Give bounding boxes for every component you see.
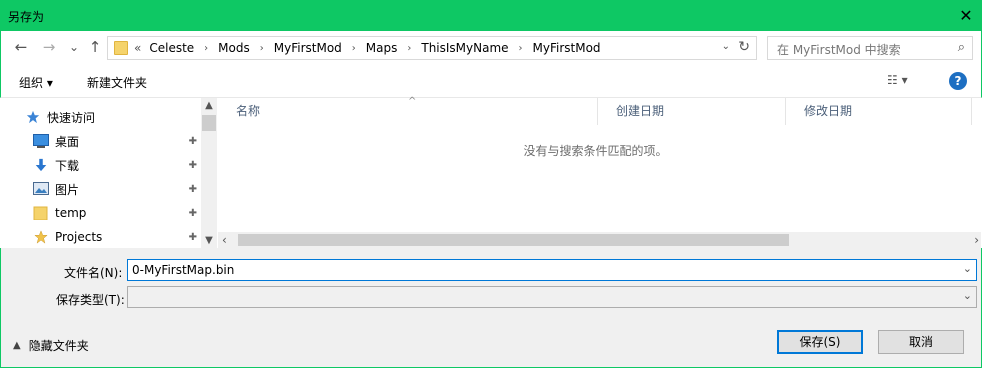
search-icon[interactable]: ⌕ (958, 40, 965, 55)
pin-icon[interactable]: ✚ (189, 184, 197, 195)
sidebar-item-label: 下载 (55, 158, 80, 173)
organize-button[interactable]: 组织 ▾ (19, 74, 53, 91)
sidebar-item-projects[interactable]: Projects ✚ (33, 226, 201, 248)
sidebar-item-downloads[interactable]: 下载 ✚ (33, 154, 201, 176)
column-header-modified[interactable]: 修改日期 (786, 98, 972, 125)
horizontal-scrollbar[interactable]: ‹ › (218, 232, 981, 248)
star-icon (26, 110, 40, 124)
sidebar-item-label: 快速访问 (47, 110, 96, 125)
filetype-select[interactable]: ⌄ (127, 286, 977, 308)
scroll-down-icon[interactable]: ▼ (201, 235, 217, 246)
chevron-right-icon[interactable]: › (260, 43, 264, 54)
search-placeholder: 在 MyFirstMod 中搜索 (777, 43, 901, 57)
sidebar-item-label: 桌面 (55, 134, 80, 149)
crumb-thisismyname[interactable]: ThisIsMyName (421, 41, 508, 55)
crumb-mods[interactable]: Mods (218, 41, 250, 55)
column-header-name[interactable]: 名称 (218, 98, 598, 125)
sidebar-item-quick-access[interactable]: 快速访问 (25, 106, 225, 128)
sidebar-item-label: temp (55, 206, 87, 220)
chevron-right-icon[interactable]: › (204, 43, 208, 54)
file-list: ^ 名称 创建日期 修改日期 没有与搜索条件匹配的项。 (218, 96, 981, 248)
recent-locations-icon[interactable]: ⌄ (64, 37, 84, 57)
hide-folders-label: 隐藏文件夹 (28, 339, 89, 353)
pictures-icon (33, 182, 49, 195)
scroll-thumb[interactable] (238, 234, 789, 246)
toolbar: 组织 ▾ 新建文件夹 ☷ ▾ ? (0, 64, 982, 98)
search-input[interactable]: 在 MyFirstMod 中搜索 ⌕ (767, 36, 973, 60)
chevron-up-icon: ▲ (13, 340, 21, 351)
column-header-created[interactable]: 创建日期 (598, 98, 786, 125)
scroll-left-icon[interactable]: ‹ (222, 233, 227, 247)
sidebar-item-temp[interactable]: temp ✚ (33, 202, 201, 224)
save-form: 文件名(N): 0-MyFirstMap.bin ⌄ 保存类型(T): ⌄ ▲ … (0, 248, 982, 368)
filename-field[interactable]: 0-MyFirstMap.bin ⌄ (127, 259, 977, 281)
crumb-maps[interactable]: Maps (366, 41, 398, 55)
cancel-button[interactable]: 取消 (878, 330, 964, 354)
sidebar-item-desktop[interactable]: 桌面 ✚ (33, 130, 201, 152)
window-title: 另存为 (8, 10, 45, 24)
close-icon[interactable]: ✕ (950, 0, 982, 31)
save-button[interactable]: 保存(S) (777, 330, 863, 354)
sidebar-item-pictures[interactable]: 图片 ✚ (33, 178, 201, 200)
sidebar-item-label: 图片 (55, 182, 80, 197)
desktop-icon (33, 134, 49, 148)
sidebar-item-label: Projects (55, 230, 103, 244)
scroll-thumb[interactable] (202, 115, 216, 131)
hide-folders-toggle[interactable]: ▲ 隐藏文件夹 (13, 337, 89, 354)
back-arrow-icon[interactable]: ← (11, 37, 31, 57)
new-folder-button[interactable]: 新建文件夹 (87, 74, 147, 91)
view-options-icon[interactable]: ☷ ▾ (887, 73, 908, 87)
filetype-label: 保存类型(T): (56, 293, 125, 307)
download-icon (35, 158, 47, 172)
help-icon[interactable]: ? (949, 72, 967, 90)
chevron-down-icon[interactable]: ⌄ (722, 41, 730, 52)
crumb-myfirstmod[interactable]: MyFirstMod (274, 41, 342, 55)
folder-icon (114, 41, 128, 55)
refresh-icon[interactable]: ↻ (738, 39, 750, 55)
pin-icon[interactable]: ✚ (189, 232, 197, 243)
forward-arrow-icon[interactable]: → (39, 37, 59, 57)
pin-icon[interactable]: ✚ (189, 208, 197, 219)
filename-value: 0-MyFirstMap.bin (132, 263, 235, 277)
crumb-celeste[interactable]: Celeste (149, 41, 194, 55)
chevron-down-icon[interactable]: ⌄ (963, 262, 972, 275)
pin-icon[interactable]: ✚ (189, 136, 197, 147)
empty-message: 没有与搜索条件匹配的项。 (523, 144, 668, 158)
crumb-myfirstmod-current[interactable]: MyFirstMod (533, 41, 601, 55)
chevron-down-icon[interactable]: ⌄ (963, 289, 972, 302)
up-arrow-icon[interactable]: ↑ (85, 37, 105, 57)
scroll-up-icon[interactable]: ▲ (201, 100, 217, 111)
folder-icon (33, 206, 48, 220)
filename-label: 文件名(N): (64, 266, 123, 280)
breadcrumb: « Celeste › Mods › MyFirstMod › Maps › T… (134, 41, 601, 55)
address-row: ← → ⌄ ↑ « Celeste › Mods › MyFirstMod › … (0, 31, 982, 64)
address-bar[interactable]: « Celeste › Mods › MyFirstMod › Maps › T… (107, 36, 757, 60)
star-icon (34, 230, 48, 244)
chevron-right-icon[interactable]: › (519, 43, 523, 54)
scroll-right-icon[interactable]: › (974, 233, 979, 247)
navigation-pane: 快速访问 桌面 ✚ 下载 ✚ 图片 ✚ temp ✚ Projects ✚ (1, 98, 217, 248)
navigation-scrollbar[interactable]: ▲ ▼ (201, 98, 217, 248)
title-bar: 另存为 ✕ (0, 0, 982, 31)
overflow-icon[interactable]: « (134, 41, 141, 55)
chevron-right-icon[interactable]: › (352, 43, 356, 54)
chevron-right-icon[interactable]: › (407, 43, 411, 54)
pin-icon[interactable]: ✚ (189, 160, 197, 171)
